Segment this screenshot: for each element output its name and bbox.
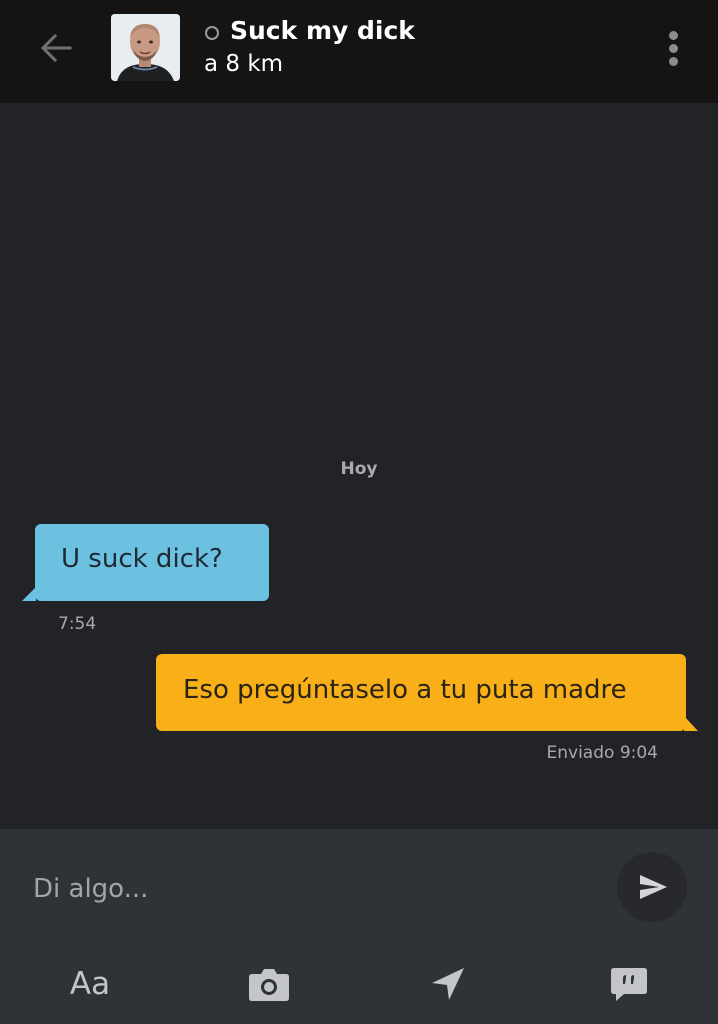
saved-phrases-button[interactable] (601, 959, 657, 1009)
message-input[interactable] (33, 864, 593, 914)
received-message-text: U suck dick? (61, 544, 223, 574)
arrow-left-icon (40, 33, 72, 63)
send-icon (640, 875, 667, 899)
contact-distance: a 8 km (204, 51, 284, 77)
location-arrow-icon (432, 968, 464, 1000)
more-vertical-icon (669, 31, 678, 40)
sent-message-text: Eso pregúntaselo a tu puta madre (183, 675, 627, 705)
more-vertical-icon-dot (669, 57, 678, 66)
profile-photo (111, 14, 180, 81)
more-vertical-icon-dot (669, 44, 678, 53)
text-format-button[interactable]: Aa (62, 959, 118, 1009)
composer-bar: Aa (0, 829, 718, 1024)
date-separator: Hoy (340, 459, 378, 479)
send-button[interactable] (617, 852, 687, 922)
received-message-bubble[interactable]: U suck dick? (35, 524, 269, 601)
contact-name[interactable]: Suck my dick (230, 16, 415, 45)
text-format-label: Aa (69, 966, 111, 1002)
message-list[interactable]: Hoy U suck dick? 7:54 Eso pregúntaselo a… (0, 103, 718, 829)
sent-bubble-tail (684, 716, 698, 731)
avatar[interactable] (111, 14, 180, 81)
sent-message-time: Enviado 9:04 (546, 743, 659, 763)
chat-header: Suck my dick a 8 km (0, 0, 718, 103)
received-message-time: 7:54 (58, 614, 97, 634)
saved-phrases-icon (611, 968, 647, 1001)
sent-message-bubble[interactable]: Eso pregúntaselo a tu puta madre (156, 654, 686, 731)
camera-icon (249, 969, 289, 1001)
more-options-button[interactable] (662, 28, 686, 68)
offline-status-icon (205, 26, 219, 40)
received-bubble-tail (22, 587, 36, 601)
camera-button[interactable] (241, 959, 297, 1009)
back-button[interactable] (34, 26, 78, 70)
location-button[interactable] (420, 959, 476, 1009)
